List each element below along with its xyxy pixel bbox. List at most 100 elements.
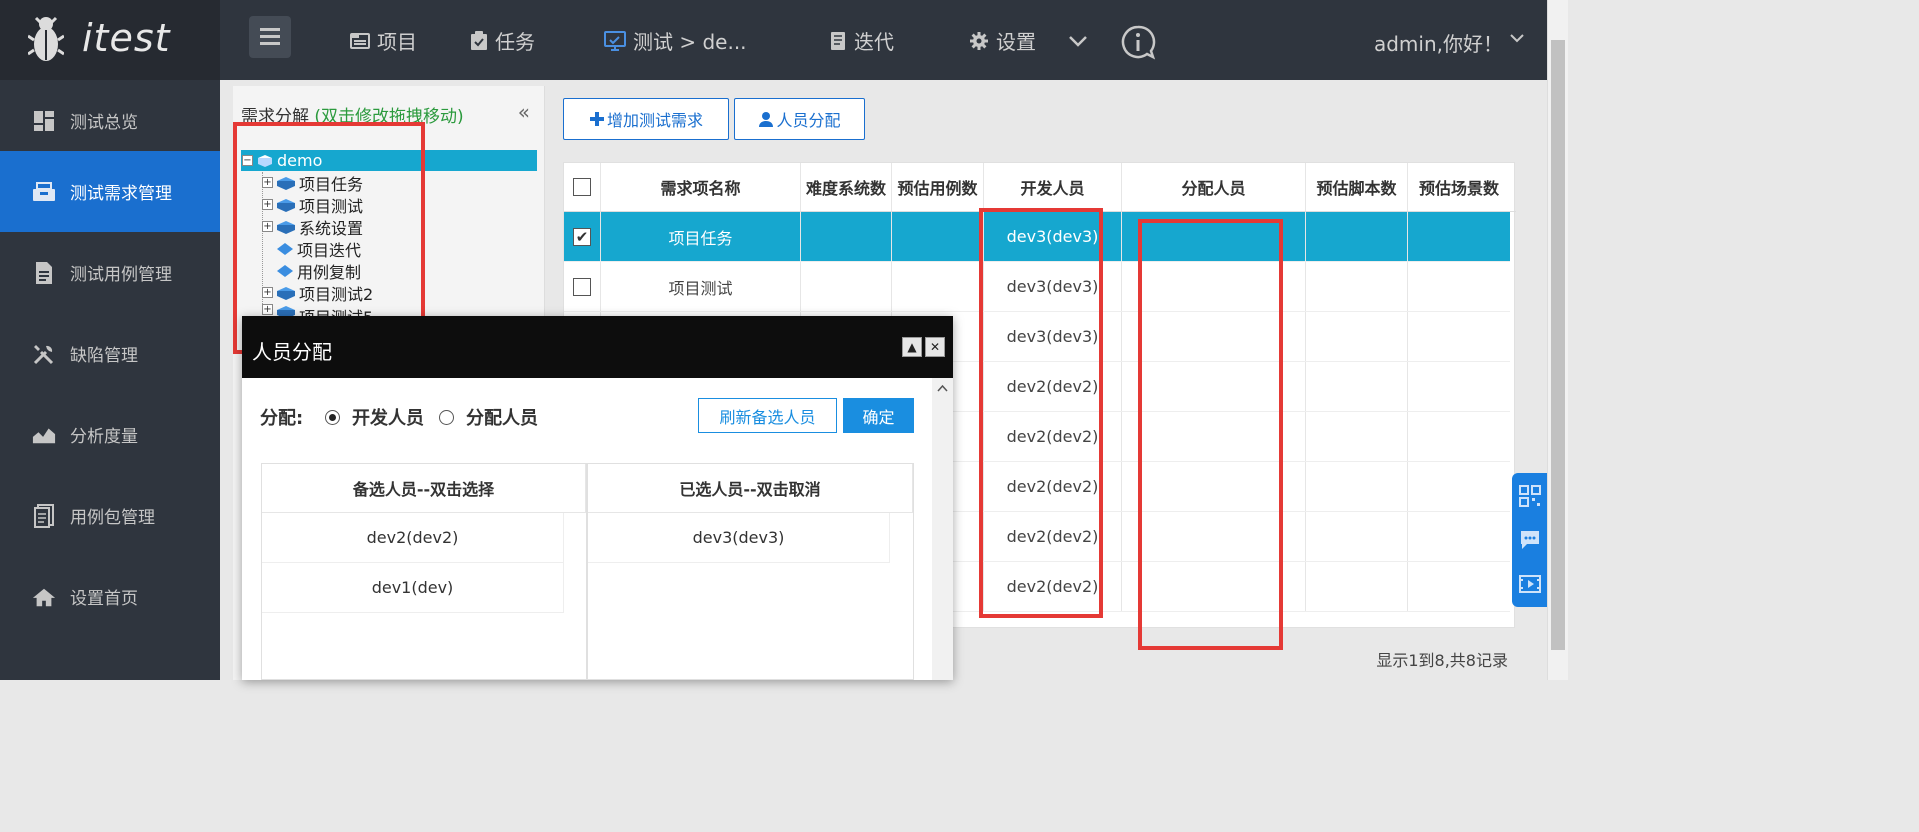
video-icon[interactable] [1519,573,1541,595]
nav-task[interactable]: 任务 [470,26,535,55]
dialog-scrollbar[interactable] [932,378,953,680]
cell-empty [1408,462,1510,511]
floating-toolbar [1512,473,1548,607]
add-requirement-button[interactable]: 增加测试需求 [563,98,729,140]
select-all-checkbox[interactable] [573,178,591,196]
package-icon [34,503,54,528]
candidate-item[interactable]: dev2(dev2) [262,513,564,563]
monitor-icon [604,30,626,51]
cell-empty [1306,262,1408,311]
radio-assignee-option[interactable]: 分配人员 [439,404,538,430]
radio-developer-label: 开发人员 [352,408,424,429]
row-checkbox[interactable] [573,277,591,296]
collapse-panel-button[interactable]: « [518,100,530,124]
cell-empty [1306,562,1408,611]
logo[interactable]: itest [0,0,220,80]
chevron-down-icon[interactable] [1068,34,1088,48]
cell-empty [1408,512,1510,561]
nav-test-breadcrumb[interactable]: 测试 > de... [604,26,747,55]
cell-empty [892,262,984,311]
header-select-all[interactable] [564,163,601,211]
highlight-developer-column [979,208,1103,618]
nav-task-label: 任务 [495,30,535,54]
minimize-icon[interactable]: ▲ [902,337,922,357]
row-select-cell: ✔ [564,212,601,261]
sidebar-item-label: 分析度量 [70,427,138,447]
home-icon [32,588,56,606]
radio-assignee[interactable] [439,409,454,425]
qrcode-icon[interactable] [1519,485,1541,507]
nav-project[interactable]: 项目 [350,26,417,55]
header-developer[interactable]: 开发人员 [984,163,1122,211]
sidebar-item-label: 测试总览 [70,113,138,133]
candidate-list: 备选人员--双击选择 dev2(dev2) dev1(dev) [261,463,587,680]
sidebar-item-requirements[interactable]: 测试需求管理 [0,151,220,232]
page-scrollbar-thumb[interactable] [1551,40,1565,650]
close-icon[interactable]: ✕ [925,337,945,357]
sidebar-item-label: 测试需求管理 [70,184,172,204]
sidebar-item-analysis[interactable]: 分析度量 [0,394,220,475]
header-difficulty[interactable]: 难度系统数 [801,163,892,211]
gear-icon [970,31,988,50]
radio-assignee-label: 分配人员 [466,408,538,429]
assign-people-button[interactable]: 人员分配 [734,98,865,140]
nav-project-label: 项目 [377,30,417,54]
sidebar: 测试总览 测试需求管理 测试用例管理 缺陷管理 分析度量 用例包管理 设置首页 [0,80,220,680]
bug-logo-icon [28,16,64,61]
header-est-scripts[interactable]: 预估脚本数 [1306,163,1408,211]
cell-empty [801,212,892,261]
refresh-candidates-button[interactable]: 刷新备选人员 [698,398,837,433]
sidebar-item-label: 设置首页 [70,589,138,609]
header-name[interactable]: 需求项名称 [601,163,801,211]
candidate-item[interactable]: dev1(dev) [262,563,564,613]
nav-settings-label: 设置 [996,30,1036,54]
selected-item[interactable]: dev3(dev3) [588,513,890,563]
user-chevron-down-icon[interactable] [1509,32,1525,44]
area-chart-icon [32,428,56,443]
assign-people-dialog: 人员分配 ▲ ✕ 分配: 开发人员 分配人员 刷新备选人员 确定 备选人员--双… [242,316,953,680]
cell-empty [1408,262,1510,311]
book-icon [831,31,845,50]
info-icon[interactable] [1120,24,1156,60]
cell-empty [1408,562,1510,611]
cell-empty [1306,462,1408,511]
plus-icon [589,112,604,126]
nav-iteration[interactable]: 迭代 [829,26,894,55]
sidebar-item-packages[interactable]: 用例包管理 [0,475,220,556]
task-icon [471,30,487,50]
page-scrollbar[interactable] [1547,0,1568,680]
inbox-icon [33,181,55,201]
confirm-button[interactable]: 确定 [843,398,914,433]
cell-empty [801,262,892,311]
cell-empty [1408,362,1510,411]
cell-name: 项目任务 [601,212,801,261]
chat-icon[interactable] [1519,529,1541,551]
project-icon [350,32,370,49]
sidebar-item-settings-home[interactable]: 设置首页 [0,556,220,637]
menu-toggle-button[interactable] [249,16,291,58]
cell-empty [1306,512,1408,561]
cell-empty [892,212,984,261]
dialog-header[interactable]: 人员分配 ▲ ✕ [242,316,953,378]
assign-type-label: 分配: [260,408,304,429]
scroll-up-icon[interactable] [937,384,948,392]
header-assignee[interactable]: 分配人员 [1122,163,1306,211]
sidebar-item-testcases[interactable]: 测试用例管理 [0,232,220,313]
header-est-cases[interactable]: 预估用例数 [892,163,984,211]
row-checkbox[interactable]: ✔ [573,227,591,246]
user-menu[interactable]: admin,你好！ [1374,28,1503,57]
header-est-scenes[interactable]: 预估场景数 [1408,163,1510,211]
cell-empty [1306,412,1408,461]
radio-developer[interactable] [325,409,340,425]
cell-empty [1408,412,1510,461]
nav-settings[interactable]: 设置 [969,26,1036,55]
sidebar-item-overview[interactable]: 测试总览 [0,80,220,161]
cell-name: 项目测试 [601,262,801,311]
sidebar-item-defects[interactable]: 缺陷管理 [0,313,220,394]
radio-developer-option[interactable]: 开发人员 [325,404,424,430]
cell-empty [1306,212,1408,261]
sidebar-item-label: 缺陷管理 [70,346,138,366]
row-select-cell [564,262,601,311]
pagination-info: 显示1到8,共8记录 [1376,651,1508,670]
document-icon [36,261,52,284]
